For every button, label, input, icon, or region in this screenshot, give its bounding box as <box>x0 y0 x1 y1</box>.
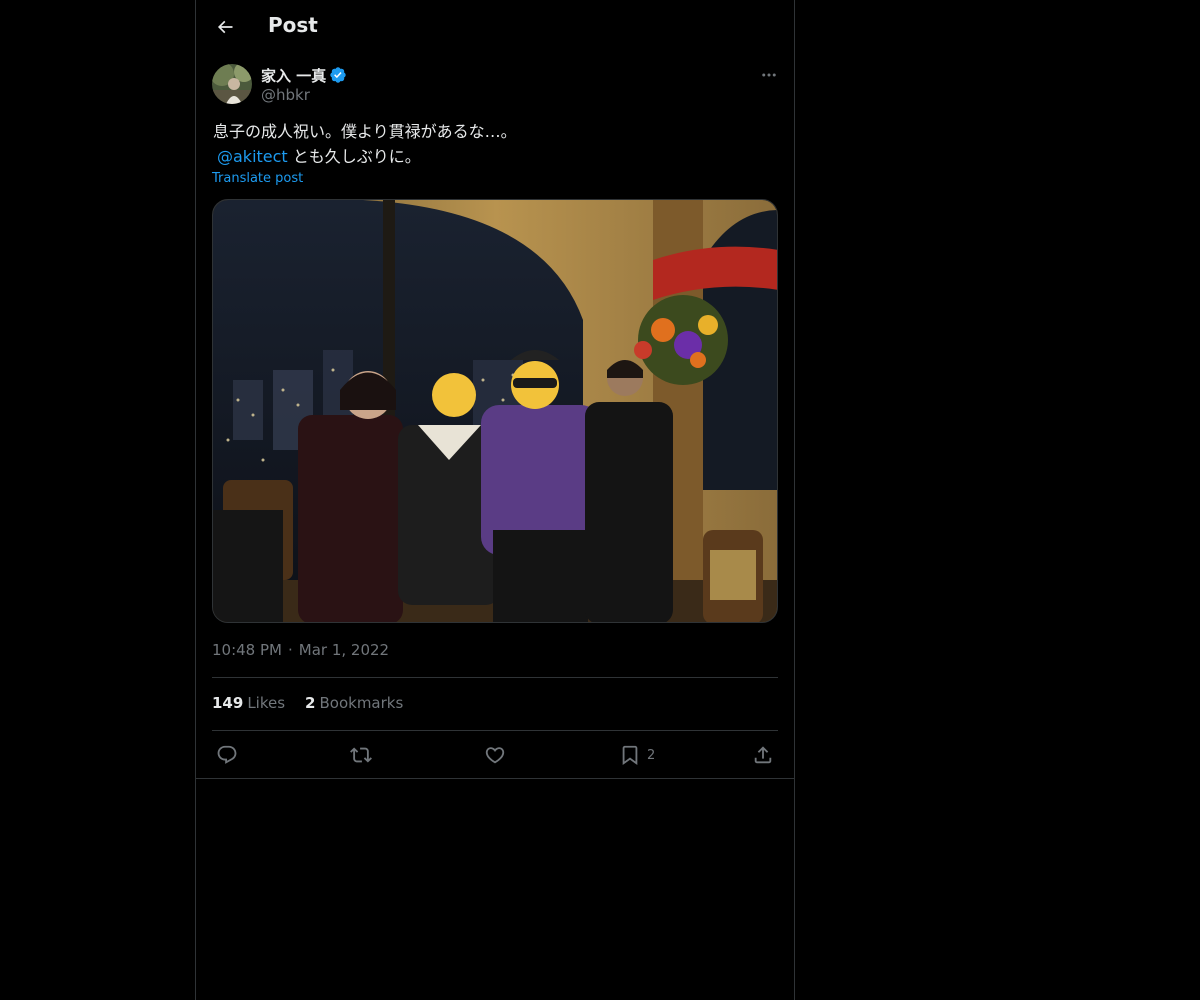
divider <box>196 778 794 779</box>
repost-icon <box>350 747 372 763</box>
post-header: Post <box>196 0 794 53</box>
mention-link[interactable]: @akitect <box>217 147 288 166</box>
arrow-left-icon <box>217 20 233 34</box>
heart-icon <box>485 747 505 764</box>
reply-icon <box>217 745 237 764</box>
author-name-row: 家入 一真 <box>261 65 347 85</box>
divider <box>212 730 778 731</box>
more-options-button[interactable] <box>756 62 782 88</box>
page-title: Post <box>268 13 318 37</box>
tweet-line-1: 息子の成人祝い。僕より貫禄があるな…。 <box>213 122 517 141</box>
likes-count: 149 <box>212 694 244 712</box>
likes-label: Likes <box>247 694 286 712</box>
tweet-line-2-text: とも久しぶりに。 <box>287 147 421 166</box>
timestamp-separator: · <box>287 641 293 659</box>
post-date: Mar 1, 2022 <box>298 641 390 659</box>
post-timestamp[interactable]: 10:48 PM · Mar 1, 2022 <box>212 641 389 659</box>
post-time: 10:48 PM <box>212 641 282 659</box>
back-button[interactable] <box>208 10 242 44</box>
bookmark-icon <box>622 745 638 766</box>
author-handle[interactable]: @hbkr <box>261 86 310 104</box>
share-button[interactable] <box>752 741 774 769</box>
bookmark-count: 2 <box>647 747 656 763</box>
verified-badge-icon[interactable] <box>329 66 347 84</box>
repost-button[interactable] <box>350 741 372 769</box>
photo-image <box>213 200 777 622</box>
tweet-line-2: @akitect とも久しぶりに。 <box>213 144 778 169</box>
tweet-text: 息子の成人祝い。僕より貫禄があるな…。 @akitect とも久しぶりに。 <box>213 119 778 169</box>
reply-button[interactable] <box>216 741 238 769</box>
translate-post-link[interactable]: Translate post <box>212 171 303 186</box>
bookmark-button[interactable]: 2 <box>619 741 655 769</box>
author-display-name[interactable]: 家入 一真 <box>261 65 326 86</box>
likes-stat[interactable]: 149 Likes <box>212 694 285 712</box>
bookmarks-count: 2 <box>305 694 316 712</box>
bookmarks-stat[interactable]: 2 Bookmarks <box>305 694 403 712</box>
share-icon <box>754 746 772 764</box>
bookmarks-label: Bookmarks <box>319 694 404 712</box>
engagement-stats: 149 Likes 2 Bookmarks <box>212 694 423 712</box>
like-button[interactable] <box>484 741 506 769</box>
more-dots-icon <box>762 73 776 77</box>
avatar[interactable] <box>212 64 252 104</box>
divider <box>212 677 778 678</box>
post-detail-column: Post 家入 一真 @hbkr 息子の成人祝い。僕より貫禄があるな…。 @ak… <box>195 0 795 1000</box>
tweet-photo[interactable] <box>212 199 778 623</box>
avatar-image <box>212 64 252 104</box>
